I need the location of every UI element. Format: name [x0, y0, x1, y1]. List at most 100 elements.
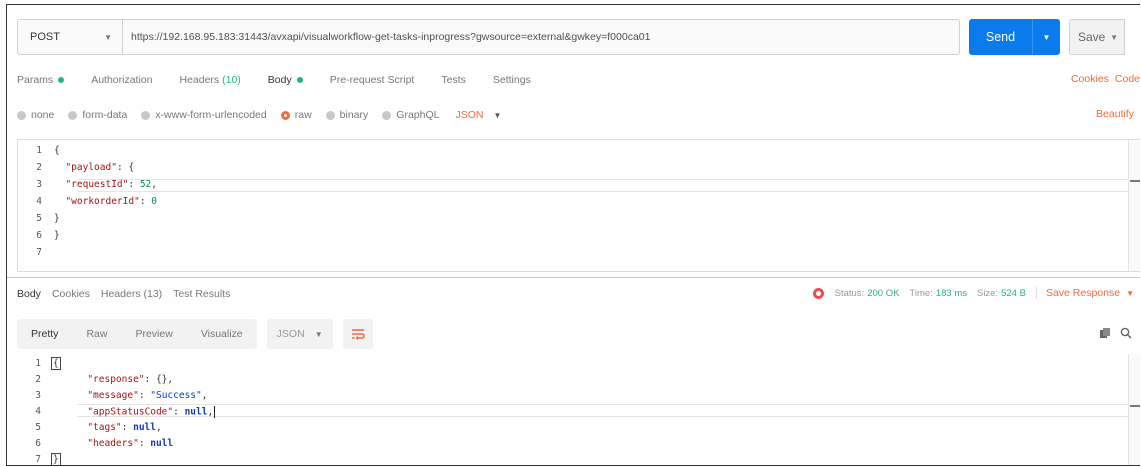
- radio-icon: [382, 110, 392, 120]
- tab-settings[interactable]: Settings: [493, 74, 531, 86]
- code-text: :: [128, 179, 140, 190]
- tab-test-results[interactable]: Test Results: [173, 288, 230, 300]
- radio-form-data[interactable]: form-data: [68, 109, 127, 121]
- code-text: ,: [151, 179, 158, 190]
- line-number: 5: [35, 422, 41, 433]
- send-button[interactable]: Send ▼: [969, 19, 1060, 55]
- code-link[interactable]: Code: [1115, 73, 1140, 85]
- line-number: 6: [36, 230, 42, 241]
- radio-binary[interactable]: binary: [325, 109, 368, 121]
- code-text: ,: [207, 406, 214, 417]
- tab-response-body-label: Body: [17, 288, 41, 300]
- code-text: {: [54, 145, 60, 156]
- response-format-label: JSON: [276, 328, 305, 340]
- cookies-link[interactable]: Cookies: [1071, 73, 1109, 85]
- line-number: 2: [36, 162, 42, 173]
- search-icon[interactable]: [1120, 327, 1132, 342]
- request-tab-links: Cookies Code: [1065, 73, 1140, 85]
- line-number: 3: [35, 390, 41, 401]
- tab-test-results-label: Test Results: [173, 288, 231, 300]
- code-line: 2 "response": {},: [17, 373, 1128, 386]
- save-label: Save: [1078, 30, 1106, 44]
- line-number: 1: [35, 358, 41, 369]
- tab-response-cookies[interactable]: Cookies: [52, 288, 90, 300]
- time-value: 183 ms: [935, 287, 967, 299]
- radio-icon: [141, 110, 151, 120]
- tab-response-body[interactable]: Body: [17, 288, 41, 300]
- response-status-bar: Status: 200 OK Time: 183 ms Size: 524 B Sav…: [812, 287, 1140, 299]
- tab-prerequest-script[interactable]: Pre-request Script: [330, 74, 415, 86]
- code-text: }: [54, 213, 60, 224]
- radio-icon: [68, 110, 78, 120]
- pane-divider[interactable]: [7, 277, 1140, 278]
- tab-body-label: Body: [267, 74, 292, 86]
- line-number: 7: [36, 247, 42, 258]
- save-response-button[interactable]: Save Response ▼: [1035, 287, 1134, 299]
- save-response-label: Save Response: [1045, 287, 1121, 299]
- tab-authorization[interactable]: Authorization: [91, 74, 152, 86]
- status-dot-icon: [58, 77, 65, 83]
- method-label: POST: [30, 31, 60, 43]
- tab-response-headers[interactable]: Headers (13): [101, 288, 162, 300]
- line-number: 4: [35, 406, 41, 417]
- postman-window: POST ▼ https://192.168.95.183:31443/avxa…: [6, 4, 1140, 466]
- radio-raw[interactable]: raw: [280, 109, 312, 121]
- view-visualize[interactable]: Visualize: [187, 319, 257, 349]
- request-tabs: Params Authorization Headers (10) Body P…: [17, 69, 1140, 91]
- method-select[interactable]: POST ▼: [17, 19, 122, 55]
- tab-body[interactable]: Body: [268, 74, 303, 86]
- tab-authorization-label: Authorization: [91, 74, 153, 86]
- view-raw[interactable]: Raw: [72, 319, 121, 349]
- size-value: 524 B: [1001, 287, 1026, 299]
- code-text: : {: [116, 162, 135, 173]
- size-label: Size:: [976, 287, 999, 299]
- response-body-viewer[interactable]: 1 { 2 "response": {}, 3 "message": "Succ…: [17, 354, 1140, 465]
- response-view-tabs: Pretty Raw Preview Visualize: [17, 319, 257, 349]
- tab-params[interactable]: Params: [17, 74, 65, 86]
- response-toolbar: Pretty Raw Preview Visualize JSON ▼: [17, 319, 1140, 349]
- wrap-lines-button[interactable]: [342, 319, 373, 349]
- code-line: 4 "appStatusCode": null,: [17, 405, 1128, 418]
- response-format-select[interactable]: JSON ▼: [266, 319, 333, 349]
- tab-response-cookies-label: Cookies: [51, 288, 90, 300]
- json-null: null: [184, 406, 208, 417]
- line-number: 4: [36, 196, 42, 207]
- code-line: 5 }: [18, 212, 1128, 225]
- chevron-down-icon: ▼: [1110, 32, 1118, 42]
- tab-headers[interactable]: Headers (10): [179, 74, 240, 86]
- radio-graphql[interactable]: GraphQL: [382, 109, 439, 121]
- view-preview[interactable]: Preview: [121, 319, 186, 349]
- copy-icon[interactable]: [1099, 327, 1111, 342]
- save-button[interactable]: Save ▼: [1069, 19, 1125, 55]
- json-key: "appStatusCode": [87, 406, 174, 417]
- radio-none-label: none: [31, 109, 55, 121]
- code-line: 1 {: [17, 357, 1128, 370]
- code-text: :: [173, 406, 185, 417]
- json-key: "tags": [87, 422, 122, 433]
- radio-raw-label: raw: [294, 109, 312, 121]
- radio-urlencoded[interactable]: x-www-form-urlencoded: [141, 109, 267, 121]
- code-line: 7 }: [17, 453, 1128, 465]
- view-pretty[interactable]: Pretty: [17, 319, 72, 349]
- code-text: }: [54, 230, 60, 241]
- url-input[interactable]: https://192.168.95.183:31443/avxapi/visu…: [122, 19, 960, 55]
- vertical-scrollbar[interactable]: [1128, 140, 1140, 271]
- radio-icon: [17, 110, 26, 120]
- radio-none[interactable]: none: [17, 109, 54, 121]
- globe-icon[interactable]: [812, 287, 824, 299]
- chevron-down-icon[interactable]: ▼: [1032, 19, 1060, 55]
- tab-response-headers-label: Headers (13): [100, 288, 163, 300]
- tab-params-label: Params: [17, 74, 54, 86]
- status-code: Status: 200 OK: [835, 288, 900, 299]
- chevron-down-icon: ▼: [1126, 288, 1134, 298]
- json-number: 0: [151, 196, 157, 207]
- body-format-label: JSON: [455, 109, 484, 121]
- code-line: 7: [18, 246, 1128, 259]
- beautify-link[interactable]: Beautify: [1096, 108, 1134, 120]
- code-text: ,: [201, 390, 208, 401]
- vertical-scrollbar[interactable]: [1128, 354, 1140, 465]
- request-body-editor[interactable]: 1 { 2 "payload": { 3 "requestId": 52, 4 …: [17, 139, 1140, 272]
- tab-tests[interactable]: Tests: [441, 74, 466, 86]
- body-format-select[interactable]: JSON ▼: [455, 109, 501, 121]
- json-key: "workorderId": [65, 196, 140, 207]
